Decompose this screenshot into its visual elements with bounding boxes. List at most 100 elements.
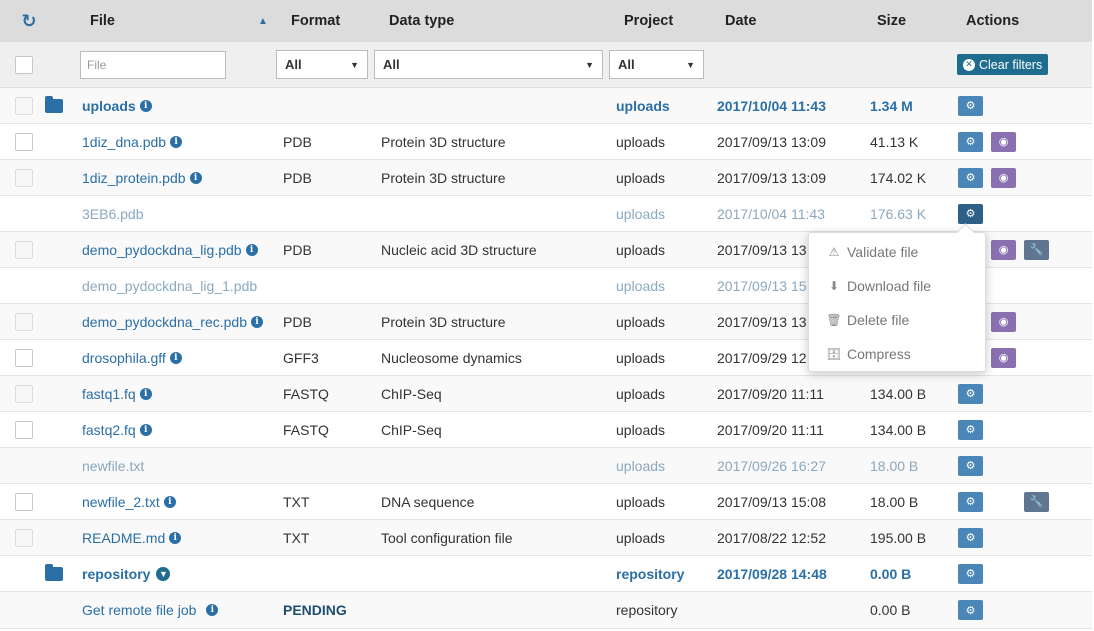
table-row[interactable]: newfile_2.txt i TXT DNA sequence uploads …: [0, 484, 1092, 520]
row-checkbox[interactable]: [15, 384, 33, 403]
gears-icon[interactable]: ⚙: [958, 563, 983, 584]
info-icon[interactable]: i: [189, 171, 202, 184]
file-name-link[interactable]: demo_pydockdna_rec.pdb: [82, 314, 247, 330]
gears-icon[interactable]: ⚙: [958, 203, 983, 224]
row-checkbox[interactable]: [15, 348, 33, 367]
eye-icon[interactable]: ◉: [991, 131, 1016, 152]
header-file[interactable]: File: [90, 0, 115, 42]
row-checkbox[interactable]: [15, 168, 33, 187]
file-name-link[interactable]: repository: [82, 566, 150, 582]
info-icon[interactable]: i: [139, 99, 152, 112]
info-icon[interactable]: i: [251, 315, 264, 328]
select-all-checkbox[interactable]: [15, 55, 33, 74]
menu-item-compress[interactable]: 🗄 Compress: [809, 337, 985, 371]
chevron-down-icon[interactable]: ▼: [156, 566, 171, 581]
table-row[interactable]: 1diz_protein.pdb i PDB Protein 3D structu…: [0, 160, 1092, 196]
project-cell: uploads: [616, 205, 666, 222]
size-cell: 174.02 K: [870, 169, 927, 186]
clear-filters-button[interactable]: ✕ Clear filters: [957, 54, 1049, 75]
row-checkbox[interactable]: [15, 420, 33, 439]
eye-icon[interactable]: ◉: [991, 239, 1016, 260]
info-icon[interactable]: i: [169, 351, 182, 364]
table-row[interactable]: 1diz_dna.pdb i PDB Protein 3D structure u…: [0, 124, 1092, 160]
project-cell: uploads: [616, 277, 666, 294]
refresh-icon[interactable]: ↻: [20, 0, 38, 42]
file-name-link[interactable]: README.md: [82, 530, 165, 546]
header-project[interactable]: Project: [624, 0, 673, 42]
project-cell: uploads: [616, 457, 666, 474]
table-row[interactable]: Get remote file job i PENDING repository …: [0, 592, 1092, 629]
gears-icon[interactable]: ⚙: [958, 419, 983, 440]
table-row[interactable]: newfile.txt uploads 2017/09/26 16:27 18.…: [0, 448, 1092, 484]
file-name-link[interactable]: drosophila.gff: [82, 350, 166, 366]
gears-icon[interactable]: ⚙: [958, 167, 983, 188]
menu-item-delete[interactable]: 🗑 Delete file: [809, 303, 985, 337]
info-icon[interactable]: i: [169, 531, 182, 544]
row-checkbox[interactable]: [15, 132, 33, 151]
gears-icon[interactable]: ⚙: [958, 131, 983, 152]
eye-icon[interactable]: ◉: [991, 311, 1016, 332]
date-cell: 2017/09/13 15: [717, 277, 807, 294]
file-name-link[interactable]: demo_pydockdna_lig.pdb: [82, 242, 242, 258]
project-filter-select[interactable]: All ▼: [609, 50, 704, 79]
file-name-link[interactable]: Get remote file job: [82, 602, 196, 618]
file-name-link[interactable]: fastq2.fq: [82, 422, 136, 438]
info-icon[interactable]: i: [163, 495, 176, 508]
info-icon[interactable]: i: [170, 135, 183, 148]
header-date[interactable]: Date: [725, 0, 756, 42]
size-cell: 18.00 B: [870, 493, 919, 510]
file-name-link[interactable]: demo_pydockdna_lig_1.pdb: [82, 268, 257, 303]
row-checkbox[interactable]: [15, 492, 33, 511]
info-icon[interactable]: i: [139, 387, 152, 400]
header-size[interactable]: Size: [877, 0, 906, 42]
gears-icon[interactable]: ⚙: [958, 455, 983, 476]
row-checkbox[interactable]: [15, 240, 33, 259]
row-checkbox[interactable]: [15, 528, 33, 547]
date-cell: 2017/09/29 12: [717, 349, 807, 366]
gears-icon[interactable]: ⚙: [958, 95, 983, 116]
file-name-link[interactable]: uploads: [82, 98, 136, 114]
file-name-link[interactable]: 1diz_dna.pdb: [82, 134, 166, 150]
header-format[interactable]: Format: [291, 0, 340, 42]
table-row[interactable]: README.md i TXT Tool configuration file u…: [0, 520, 1092, 556]
sort-ascending-icon[interactable]: ▲: [258, 0, 268, 42]
gears-icon[interactable]: ⚙: [958, 383, 983, 404]
table-row[interactable]: 3EB6.pdb uploads 2017/10/04 11:43 176.63…: [0, 196, 1092, 232]
size-cell: 41.13 K: [870, 133, 919, 150]
format-cell: FASTQ: [283, 421, 329, 438]
table-row[interactable]: fastq2.fq i FASTQ ChIP-Seq uploads 2017/0…: [0, 412, 1092, 448]
project-cell: uploads: [616, 349, 666, 366]
file-name-link[interactable]: 1diz_protein.pdb: [82, 170, 186, 186]
table-row[interactable]: uploads i uploads 2017/10/04 11:43 1.34 M…: [0, 88, 1092, 124]
format-cell: PDB: [283, 169, 312, 186]
folder-icon: [45, 563, 63, 581]
menu-item-validate[interactable]: ⚠ Validate file: [809, 235, 985, 269]
eye-icon[interactable]: ◉: [991, 167, 1016, 188]
table-row[interactable]: repository ▼ repository 2017/09/28 14:48 …: [0, 556, 1092, 592]
row-checkbox[interactable]: [15, 312, 33, 331]
project-cell: uploads: [616, 421, 666, 438]
file-name-link[interactable]: newfile.txt: [82, 448, 144, 483]
menu-item-download[interactable]: ⬇ Download file: [809, 269, 985, 303]
header-data-type[interactable]: Data type: [389, 0, 454, 42]
menu-item-label: Download file: [847, 278, 932, 294]
format-filter-select[interactable]: All ▼: [276, 50, 368, 79]
wrench-icon[interactable]: 🔧: [1024, 239, 1049, 260]
file-name-link[interactable]: fastq1.fq: [82, 386, 136, 402]
file-name-link[interactable]: newfile_2.txt: [82, 494, 160, 510]
data-type-filter-select[interactable]: All ▼: [374, 50, 603, 79]
wrench-icon[interactable]: 🔧: [1024, 491, 1049, 512]
file-filter-input[interactable]: File: [80, 50, 226, 79]
project-cell: uploads: [616, 97, 670, 114]
eye-icon[interactable]: ◉: [991, 347, 1016, 368]
gears-icon[interactable]: ⚙: [958, 491, 983, 512]
info-icon[interactable]: i: [206, 604, 219, 616]
row-checkbox[interactable]: [15, 96, 33, 115]
table-row[interactable]: fastq1.fq i FASTQ ChIP-Seq uploads 2017/0…: [0, 376, 1092, 412]
gears-icon[interactable]: ⚙: [958, 600, 983, 620]
info-icon[interactable]: i: [245, 243, 258, 256]
gears-icon[interactable]: ⚙: [958, 527, 983, 548]
chevron-down-icon: ▼: [350, 59, 359, 70]
info-icon[interactable]: i: [139, 423, 152, 436]
file-name-link[interactable]: 3EB6.pdb: [82, 196, 144, 231]
